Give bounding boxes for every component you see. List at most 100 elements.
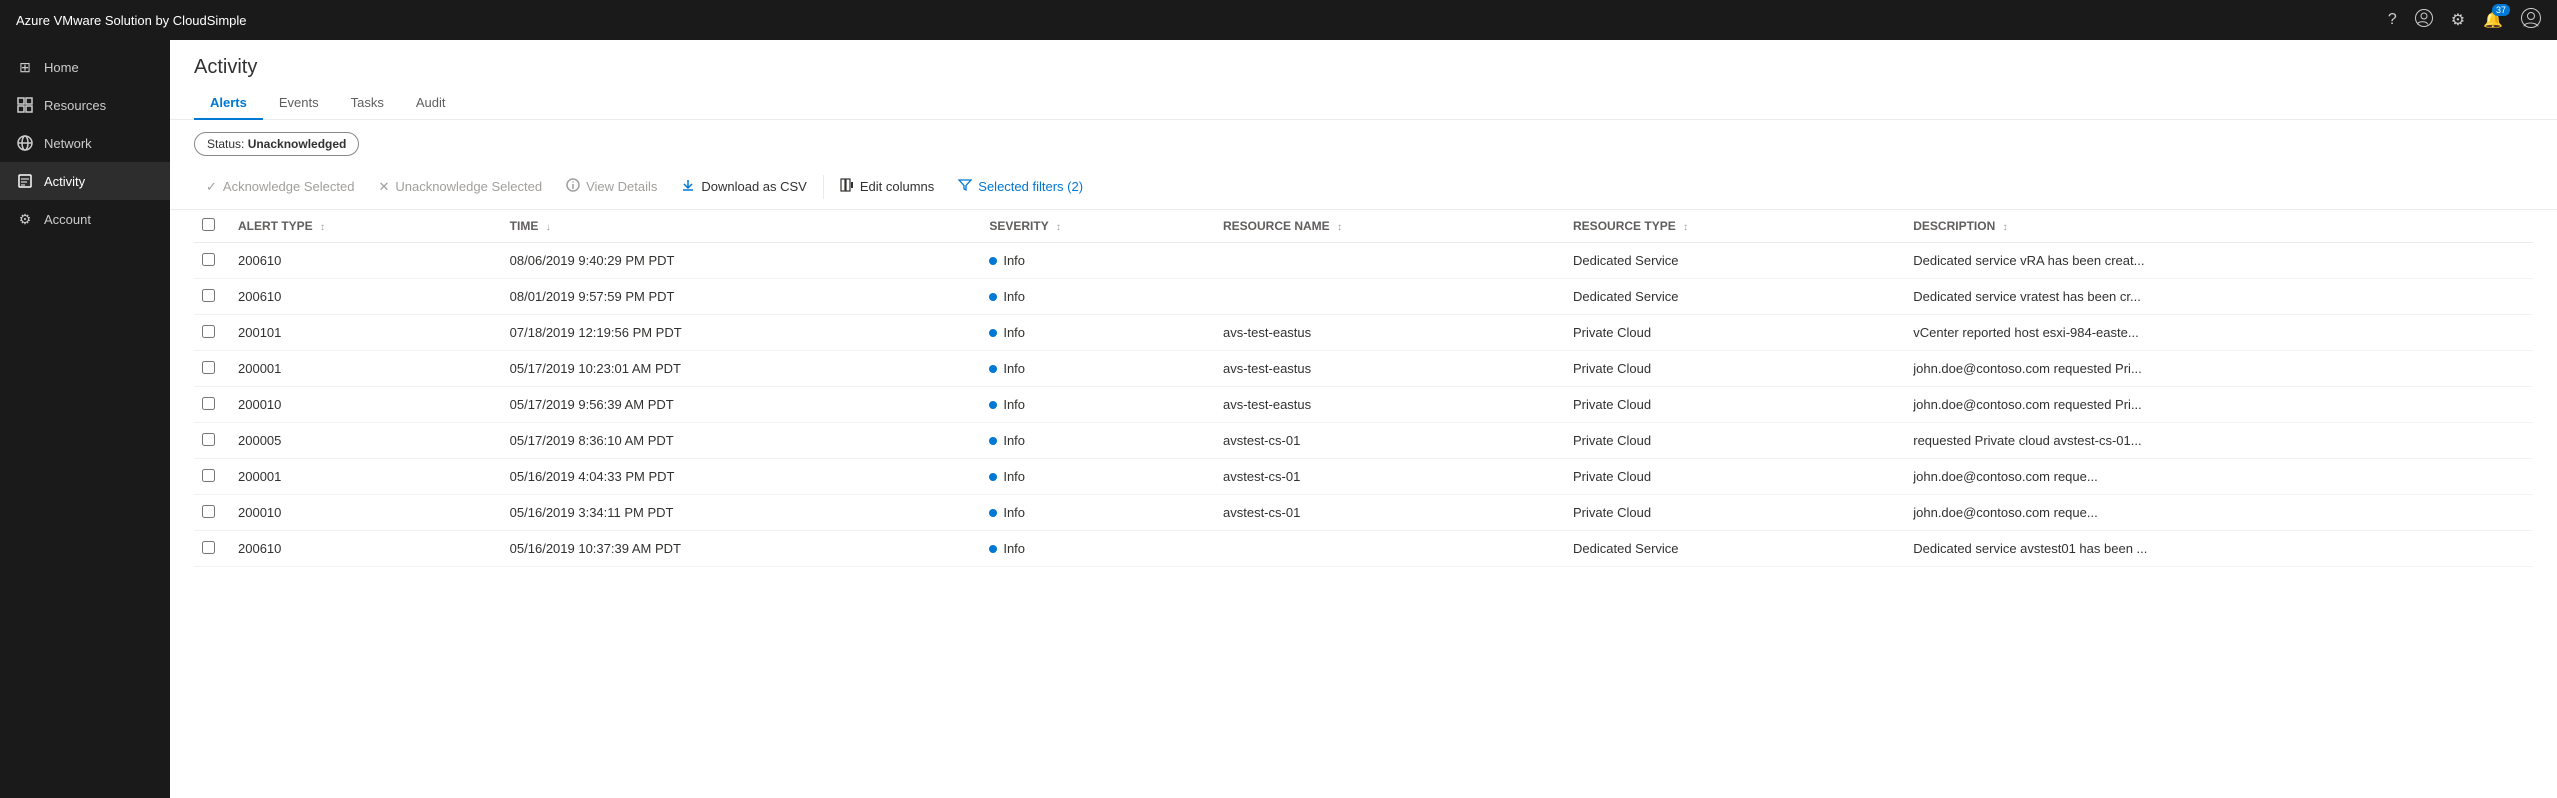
user-circle-icon[interactable] [2415,9,2433,32]
row-checkbox[interactable] [202,325,215,338]
cell-alert-type: 200010 [226,495,498,531]
cell-time: 05/17/2019 9:56:39 AM PDT [498,387,978,423]
cell-resource-type: Dedicated Service [1561,531,1901,567]
cell-alert-type: 200610 [226,243,498,279]
row-checkbox-cell[interactable] [194,423,226,459]
account-icon[interactable] [2521,8,2541,33]
sidebar-label-network: Network [44,136,92,151]
tab-audit[interactable]: Audit [400,87,462,120]
cell-description: john.doe@contoso.com reque... [1901,459,2533,495]
select-all-checkbox-cell[interactable] [194,210,226,243]
view-details-label: View Details [586,179,657,194]
severity-label: Info [1003,433,1025,448]
toolbar: ✓ Acknowledge Selected ✕ Unacknowledge S… [170,168,2557,210]
table-row: 20000105/16/2019 4:04:33 PM PDTInfoavste… [194,459,2533,495]
table-row: 20001005/17/2019 9:56:39 AM PDTInfoavs-t… [194,387,2533,423]
status-filter-badge[interactable]: Status: Unacknowledged [194,132,359,156]
cell-resource-name: avs-test-eastus [1211,387,1561,423]
sort-icon-severity: ↕ [1056,222,1061,233]
cell-severity: Info [977,243,1211,279]
severity-label: Info [1003,397,1025,412]
cell-resource-type: Private Cloud [1561,495,1901,531]
table-row: 20061005/16/2019 10:37:39 AM PDTInfoDedi… [194,531,2533,567]
col-alert-type[interactable]: ALERT TYPE ↕ [226,210,498,243]
view-details-button[interactable]: View Details [554,172,669,201]
cell-description: Dedicated service vratest has been cr... [1901,279,2533,315]
cell-severity: Info [977,495,1211,531]
tab-events[interactable]: Events [263,87,335,120]
row-checkbox-cell[interactable] [194,279,226,315]
severity-label: Info [1003,253,1025,268]
severity-label: Info [1003,505,1025,520]
selected-filters-button[interactable]: Selected filters (2) [946,172,1095,201]
col-resource-name[interactable]: RESOURCE NAME ↕ [1211,210,1561,243]
row-checkbox-cell[interactable] [194,531,226,567]
sidebar-item-network[interactable]: Network [0,124,170,162]
row-checkbox[interactable] [202,397,215,410]
row-checkbox[interactable] [202,505,215,518]
acknowledge-selected-button[interactable]: ✓ Acknowledge Selected [194,173,366,201]
row-checkbox[interactable] [202,253,215,266]
cell-resource-name: avs-test-eastus [1211,315,1561,351]
severity-label: Info [1003,541,1025,556]
download-csv-label: Download as CSV [701,179,807,194]
col-severity[interactable]: SEVERITY ↕ [977,210,1211,243]
cell-description: john.doe@contoso.com reque... [1901,495,2533,531]
row-checkbox[interactable] [202,289,215,302]
col-resource-type-label: RESOURCE TYPE [1573,219,1676,233]
table-row: 20000505/17/2019 8:36:10 AM PDTInfoavste… [194,423,2533,459]
cell-severity: Info [977,351,1211,387]
sidebar-item-activity[interactable]: Activity [0,162,170,200]
col-time[interactable]: TIME ↓ [498,210,978,243]
severity-label: Info [1003,469,1025,484]
row-checkbox[interactable] [202,433,215,446]
tab-alerts[interactable]: Alerts [194,87,263,120]
unacknowledge-selected-button[interactable]: ✕ Unacknowledge Selected [366,173,554,201]
edit-columns-button[interactable]: Edit columns [828,172,946,201]
cell-alert-type: 200101 [226,315,498,351]
unacknowledge-label: Unacknowledge Selected [395,179,542,194]
view-icon [566,178,580,195]
cell-description: vCenter reported host esxi-984-easte... [1901,315,2533,351]
row-checkbox-cell[interactable] [194,243,226,279]
tab-tasks[interactable]: Tasks [335,87,400,120]
cell-description: Dedicated service avstest01 has been ... [1901,531,2533,567]
download-csv-button[interactable]: Download as CSV [669,172,819,201]
table-body: 20061008/06/2019 9:40:29 PM PDTInfoDedic… [194,243,2533,567]
row-checkbox-cell[interactable] [194,387,226,423]
account-settings-icon: ⚙ [16,210,34,228]
sidebar-item-home[interactable]: ⊞ Home [0,48,170,86]
row-checkbox-cell[interactable] [194,351,226,387]
status-filter-label: Status: [207,137,248,151]
cell-severity: Info [977,315,1211,351]
sidebar-label-account: Account [44,212,91,227]
acknowledge-label: Acknowledge Selected [223,179,355,194]
cell-alert-type: 200005 [226,423,498,459]
severity-dot [989,437,997,445]
table-row: 20001005/16/2019 3:34:11 PM PDTInfoavste… [194,495,2533,531]
cell-severity: Info [977,531,1211,567]
checkmark-icon: ✓ [206,179,217,195]
col-resource-type[interactable]: RESOURCE TYPE ↕ [1561,210,1901,243]
sort-icon-resource-name: ↕ [1337,222,1342,233]
row-checkbox[interactable] [202,361,215,374]
severity-dot [989,509,997,517]
cell-severity: Info [977,459,1211,495]
sidebar-item-resources[interactable]: Resources [0,86,170,124]
row-checkbox-cell[interactable] [194,315,226,351]
col-resource-name-label: RESOURCE NAME [1223,219,1330,233]
col-description[interactable]: DESCRIPTION ↕ [1901,210,2533,243]
row-checkbox[interactable] [202,469,215,482]
row-checkbox-cell[interactable] [194,495,226,531]
row-checkbox[interactable] [202,541,215,554]
settings-icon[interactable]: ⚙ [2451,10,2465,30]
sidebar-item-account[interactable]: ⚙ Account [0,200,170,238]
row-checkbox-cell[interactable] [194,459,226,495]
cell-resource-type: Private Cloud [1561,315,1901,351]
edit-columns-label: Edit columns [860,179,934,194]
select-all-checkbox[interactable] [202,218,215,231]
page-title: Activity [170,40,2557,87]
help-icon[interactable]: ? [2388,11,2397,29]
notifications-icon[interactable]: 🔔 37 [2483,10,2503,30]
resources-icon [16,96,34,114]
